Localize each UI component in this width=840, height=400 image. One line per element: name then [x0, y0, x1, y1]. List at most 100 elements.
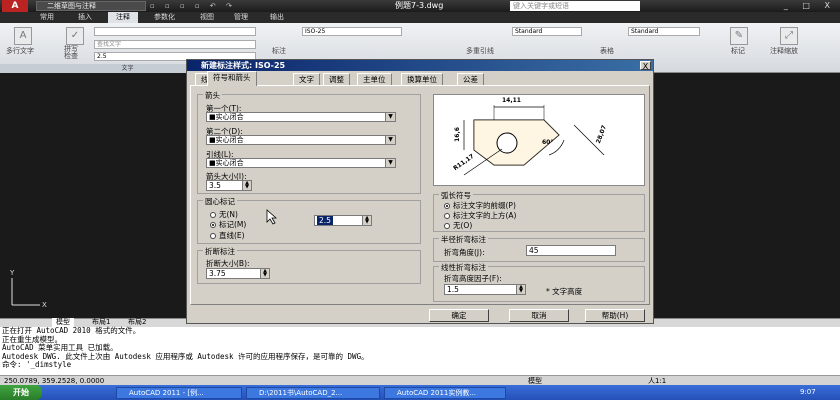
chevron-down-icon: ▼: [385, 113, 395, 121]
quick-access-toolbar[interactable]: ▫ ▫ ▫ ▫ ↶ ↷: [150, 1, 340, 11]
tab-home[interactable]: 常用: [32, 12, 62, 23]
spinner-icon[interactable]: ▲ ▼: [260, 269, 269, 278]
chevron-down-icon: ▼: [385, 159, 395, 167]
table-label: 表格: [600, 47, 614, 55]
app-menu-button[interactable]: A: [2, 0, 28, 12]
title-bar: A 二维草图与注释 ▫ ▫ ▫ ▫ ↶ ↷ 例题7-3.dwg 键入关键字或短语…: [0, 0, 840, 12]
dim-break-group: 折断标注 折断大小(B): 3.75 ▲ ▼: [197, 246, 421, 284]
tab-alternate-units[interactable]: 换算单位: [401, 73, 443, 85]
task-autocad[interactable]: AutoCAD 2011 - [例...: [116, 387, 242, 399]
command-line: 正在重生成模型。: [2, 334, 62, 344]
dimension-preview: 14,11 16,6 28,07 60° R11,17: [433, 94, 645, 186]
symbols-arrows-panel: 箭头 第一个(T): ■实心闭合 ▼ 第二个(D): ■实心闭合 ▼ 引线(L): …: [190, 85, 650, 305]
tab-annotate[interactable]: 注释: [108, 12, 138, 23]
tab-parametric[interactable]: 参数化: [146, 12, 183, 23]
arrow-size-input[interactable]: 3.5 ▲ ▼: [206, 180, 252, 191]
dim-break-group-label: 折断标注: [203, 246, 237, 257]
workspace-switcher[interactable]: 二维草图与注释: [36, 1, 146, 11]
preview-dim-left: 16,6: [453, 127, 461, 142]
mleader-style-field[interactable]: Standard: [512, 27, 582, 36]
radio-icon: [210, 212, 216, 218]
markup-label: 标记: [731, 47, 745, 55]
radio-selected-icon: [210, 222, 216, 228]
task-explorer[interactable]: D:\2011书\AutoCAD_2...: [246, 387, 380, 399]
center-marks-group-label: 圆心标记: [203, 196, 237, 207]
close-button[interactable]: X: [640, 61, 651, 71]
command-prompt[interactable]: 命令: '_dimstyle: [2, 361, 840, 370]
command-line: Autodesk DWG. 此文件上次由 Autodesk 应用程序或 Auto…: [2, 351, 369, 361]
multileader-label: 多重引线: [466, 47, 494, 55]
spinner-icon[interactable]: ▲ ▼: [516, 285, 525, 294]
jog-angle-label: 折弯角度(J):: [444, 248, 485, 257]
tab-primary-units[interactable]: 主单位: [357, 73, 392, 85]
first-arrow-select[interactable]: ■实心闭合 ▼: [206, 112, 396, 122]
center-mark-size-input[interactable]: 2.5 ▲ ▼: [314, 215, 372, 226]
arc-none-radio[interactable]: 无(O): [444, 220, 472, 231]
tab-symbols-arrows[interactable]: 符号和箭头: [207, 71, 257, 86]
jog-factor-input[interactable]: 1.5 ▲ ▼: [444, 284, 526, 295]
preview-dim-angle: 60°: [542, 139, 554, 146]
second-arrow-select[interactable]: ■实心闭合 ▼: [206, 135, 396, 145]
linear-jog-group: 线性折弯标注 折弯高度因子(F): 1.5 ▲ ▼ * 文字高度: [433, 262, 645, 302]
radius-jog-group-label: 半径折弯标注: [439, 234, 488, 245]
dialog-title: 新建标注样式: ISO-25: [187, 60, 653, 71]
tab-tolerances[interactable]: 公差: [457, 73, 484, 85]
leader-arrow-select[interactable]: ■实心闭合 ▼: [206, 158, 396, 168]
start-button[interactable]: 开始: [0, 385, 42, 400]
text-height-unit-label: * 文字高度: [546, 287, 583, 296]
radio-icon: [210, 233, 216, 239]
text-style-field[interactable]: [94, 27, 256, 36]
jog-factor-label: 折弯高度因子(F):: [444, 274, 502, 283]
center-mark-line-radio[interactable]: 直线(E): [210, 230, 245, 241]
preview-dim-top: 14,11: [502, 97, 521, 104]
command-window[interactable]: 正在打开 AutoCAD 2010 格式的文件。 正在重生成模型。 AutoCA…: [0, 326, 840, 375]
tab-text[interactable]: 文字: [293, 73, 320, 85]
spinner-icon[interactable]: ▲ ▼: [362, 216, 371, 225]
dim-style-field[interactable]: ISO-25: [302, 27, 402, 36]
table-style-field[interactable]: Standard: [628, 27, 700, 36]
arrowheads-group: 箭头 第一个(T): ■实心闭合 ▼ 第二个(D): ■实心闭合 ▼ 引线(L): …: [197, 90, 421, 194]
jog-angle-input[interactable]: 45: [526, 245, 616, 256]
tab-view[interactable]: 视图: [192, 12, 222, 23]
tab-output[interactable]: 输出: [262, 12, 292, 23]
arc-length-group: 弧长符号 标注文字的前缀(P) 标注文字的上方(A) 无(O): [433, 190, 645, 232]
tab-insert[interactable]: 插入: [70, 12, 100, 23]
spell-check-icon[interactable]: ✓: [66, 27, 84, 45]
arrowheads-group-label: 箭头: [203, 90, 222, 101]
radio-icon: [444, 213, 450, 219]
spell-check-label: 拼写 检查: [64, 45, 78, 60]
radio-icon: [444, 223, 450, 229]
linear-jog-group-label: 线性折弯标注: [439, 262, 488, 273]
cancel-button[interactable]: 取消: [509, 309, 569, 322]
markup-icon[interactable]: ✎: [730, 27, 748, 45]
annotation-scaling-label: 注释缩放: [770, 47, 798, 55]
svg-text:Y: Y: [9, 269, 15, 277]
mouse-cursor-icon: [266, 209, 278, 225]
radio-selected-icon: [444, 203, 450, 209]
svg-text:X: X: [42, 301, 47, 309]
annotation-scaling-icon[interactable]: ⤢: [780, 27, 798, 45]
document-title: 例题7-3.dwg: [395, 1, 444, 10]
center-mark-mark-radio[interactable]: 标记(M): [210, 219, 246, 230]
multiline-text-icon[interactable]: A: [14, 27, 32, 45]
find-text-input[interactable]: 查找文字: [94, 40, 256, 49]
clock: 9:07: [800, 388, 816, 396]
chevron-down-icon: ▼: [385, 136, 395, 144]
help-button[interactable]: 帮助(H): [585, 309, 645, 322]
multiline-text-label: 多行文字: [6, 47, 34, 55]
spinner-icon[interactable]: ▲ ▼: [242, 181, 251, 190]
preview-drawing: [463, 105, 605, 176]
tab-fit[interactable]: 调整: [323, 73, 350, 85]
ok-button[interactable]: 确定: [429, 309, 489, 322]
dimension-style-dialog: 新建标注样式: ISO-25 X 线 符号和箭头 文字 调整 主单位 换算单位 …: [186, 59, 654, 324]
window-controls[interactable]: _ □ X: [784, 0, 840, 12]
search-input[interactable]: 键入关键字或短语: [510, 1, 640, 11]
center-marks-group: 圆心标记 无(N) 标记(M) 直线(E) 2.5 ▲ ▼: [197, 196, 421, 244]
break-size-input[interactable]: 3.75 ▲ ▼: [206, 268, 270, 279]
radius-jog-group: 半径折弯标注 折弯角度(J): 45: [433, 234, 645, 262]
status-bar: 250.0789, 359.2528, 0.0000 模型 人1:1: [0, 375, 840, 385]
task-tutorial[interactable]: AutoCAD 2011实例教...: [384, 387, 506, 399]
command-line: 正在打开 AutoCAD 2010 格式的文件。: [2, 326, 141, 335]
dimension-label: 标注: [272, 47, 286, 55]
tab-manage[interactable]: 管理: [226, 12, 256, 23]
